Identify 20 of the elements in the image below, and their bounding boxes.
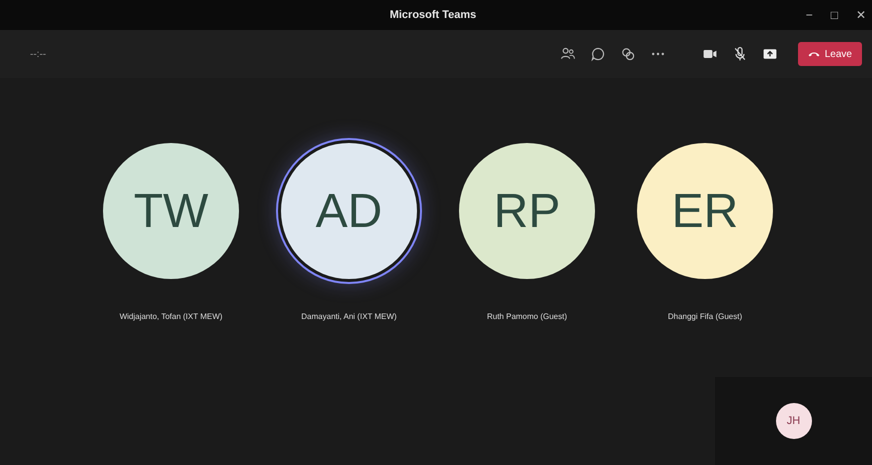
leave-button[interactable]: Leave	[798, 42, 862, 66]
maximize-button[interactable]: □	[830, 8, 838, 22]
participant-name: Ruth Pamomo (Guest)	[486, 312, 568, 321]
minimize-button[interactable]: −	[806, 8, 813, 22]
close-button[interactable]: ✕	[856, 8, 866, 22]
reaction-icon[interactable]	[620, 46, 636, 62]
participant-avatar: AD	[281, 143, 417, 279]
participant-avatar: ER	[637, 143, 773, 279]
participant-avatar: RP	[459, 143, 595, 279]
window-title: Microsoft Teams	[388, 9, 478, 21]
participant-avatar: TW	[103, 143, 239, 279]
share-icon[interactable]	[762, 46, 778, 62]
hang-up-icon	[808, 50, 820, 58]
chat-icon[interactable]	[590, 46, 606, 62]
participant-name: Widjajanto, Tofan (IXT MEW)	[120, 312, 222, 321]
meeting-timer: --:--	[30, 48, 46, 60]
participant-name: Dhanggi Fifa (Guest)	[668, 312, 742, 321]
participant-name: Damayanti, Ani (IXT MEW)	[301, 312, 397, 321]
self-avatar: JH	[776, 403, 812, 439]
people-icon[interactable]	[560, 46, 576, 62]
